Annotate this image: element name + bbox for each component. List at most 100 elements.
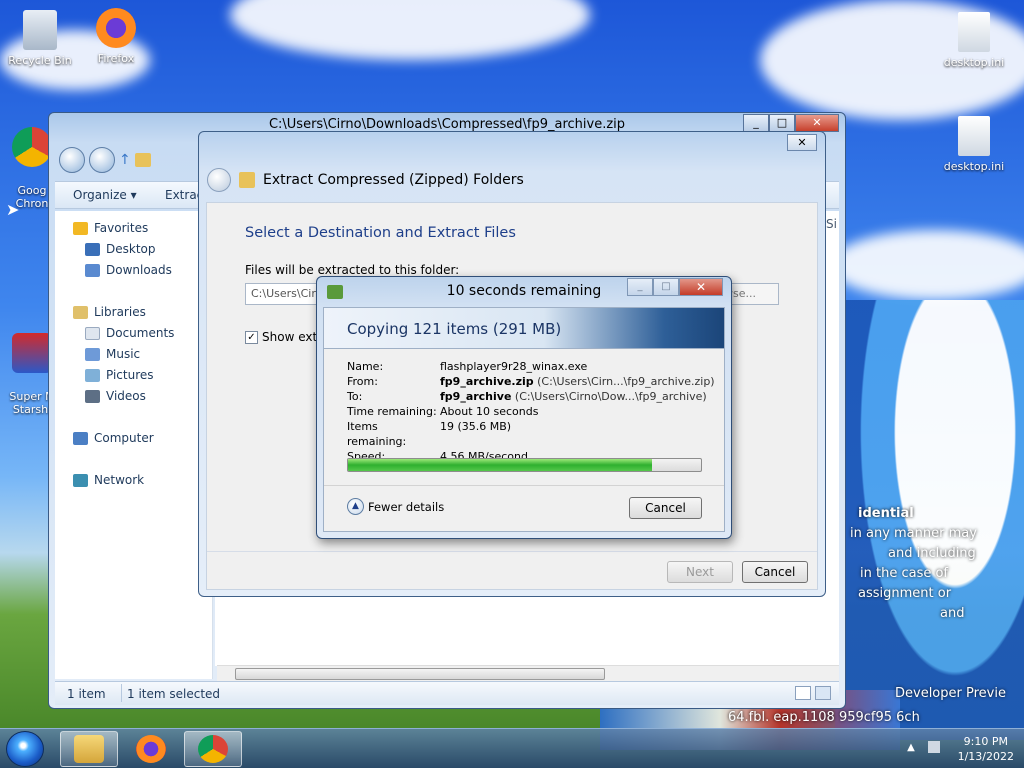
- status-selected: 1 item selected: [127, 687, 221, 701]
- taskbar-firefox[interactable]: [122, 731, 180, 767]
- clock[interactable]: 9:10 PM 1/13/2022: [958, 734, 1014, 764]
- music-icon: [85, 347, 100, 361]
- organize-button[interactable]: Organize ▾: [73, 188, 137, 202]
- libraries-icon: [73, 305, 88, 319]
- cloud: [830, 230, 1024, 300]
- back-button[interactable]: [207, 168, 231, 192]
- nav-label: Music: [106, 347, 141, 361]
- nav-label: Documents: [106, 326, 175, 340]
- column-header-size[interactable]: Si: [826, 217, 837, 231]
- nav-desktop[interactable]: Desktop: [85, 242, 156, 256]
- downloads-icon: [85, 263, 100, 277]
- next-button[interactable]: Next: [667, 561, 733, 583]
- nav-favorites[interactable]: Favorites: [73, 221, 148, 235]
- show-hidden-icons-icon[interactable]: ▲: [907, 742, 915, 753]
- desktop-icon-label: desktop.ini: [943, 56, 1005, 69]
- desktop-icon-label: desktop.ini: [943, 160, 1005, 173]
- desktop-icon-firefox[interactable]: Firefox: [78, 8, 154, 65]
- detail-key: To:: [347, 390, 363, 403]
- nav-computer[interactable]: Computer: [73, 431, 154, 445]
- progress-fill: [348, 459, 652, 471]
- network-icon: [73, 473, 88, 487]
- large-icons-view-icon[interactable]: [815, 686, 831, 700]
- fewer-details-toggle[interactable]: ▲ Fewer details: [347, 498, 444, 515]
- detail-key: Items remaining:: [347, 420, 407, 448]
- nav-label: Network: [94, 473, 145, 487]
- chevron-up-icon[interactable]: ▲: [347, 498, 364, 515]
- pictures-icon: [85, 368, 100, 382]
- window-controls: _ □ ✕: [627, 278, 723, 296]
- cancel-button[interactable]: Cancel: [629, 497, 702, 519]
- desktop-icon-desktop-ini[interactable]: desktop.ini: [936, 12, 1012, 69]
- cancel-button[interactable]: Cancel: [742, 561, 808, 583]
- nav-music[interactable]: Music: [85, 347, 140, 361]
- detail-from-name[interactable]: fp9_archive.zip: [440, 375, 534, 388]
- nav-label: Desktop: [106, 242, 156, 256]
- detail-time-remaining: About 10 seconds: [440, 405, 539, 418]
- watermark-line: assignment or: [858, 586, 952, 601]
- firefox-icon: [96, 8, 136, 48]
- system-tray: ▲: [907, 741, 940, 753]
- watermark-line: in any manner may: [850, 526, 977, 541]
- folder-icon: [134, 153, 151, 167]
- clock-date: 1/13/2022: [957, 750, 1014, 763]
- close-button[interactable]: ✕: [795, 114, 839, 132]
- taskbar: ▲ 9:10 PM 1/13/2022: [0, 728, 1024, 768]
- maximize-button[interactable]: □: [769, 114, 795, 132]
- nav-libraries[interactable]: Libraries: [73, 305, 146, 319]
- close-button[interactable]: ✕: [679, 278, 723, 296]
- watermark-line: and: [940, 606, 965, 621]
- copy-details: Name: flashplayer9r28_winax.exe From: fp9_…: [347, 359, 715, 464]
- fewer-details-label[interactable]: Fewer details: [368, 500, 444, 514]
- chrome-icon: [198, 735, 228, 763]
- detail-key: Name:: [347, 360, 384, 373]
- nav-videos[interactable]: Videos: [85, 389, 146, 403]
- minimize-button[interactable]: _: [627, 278, 653, 296]
- up-arrow-icon[interactable]: ↑: [119, 152, 131, 168]
- show-files-checkbox[interactable]: ✓: [245, 330, 258, 344]
- nav-downloads[interactable]: Downloads: [85, 263, 172, 277]
- scrollbar-thumb[interactable]: [235, 668, 605, 680]
- videos-icon: [85, 389, 100, 403]
- wizard-heading: Select a Destination and Extract Files: [245, 225, 516, 241]
- detail-to-name[interactable]: fp9_archive: [440, 390, 511, 403]
- nav-label: Libraries: [94, 305, 146, 319]
- desktop-icon-label: Recycle Bin: [8, 54, 72, 67]
- back-button[interactable]: [59, 147, 85, 173]
- firefox-icon: [136, 735, 166, 763]
- detail-name: flashplayer9r28_winax.exe: [440, 360, 588, 373]
- details-view-icon[interactable]: [795, 686, 811, 700]
- settings-file-icon: [958, 12, 990, 52]
- dialog-footer: Next Cancel: [207, 551, 817, 591]
- navigation-pane: Favorites Desktop Downloads Libraries Do…: [55, 211, 213, 679]
- maximize-button[interactable]: □: [653, 278, 679, 296]
- destination-label: Files will be extracted to this folder:: [245, 263, 460, 277]
- copy-progress-bar: [347, 458, 702, 472]
- documents-icon: [85, 326, 100, 340]
- chrome-icon: [12, 127, 52, 167]
- close-button[interactable]: ✕: [787, 134, 817, 151]
- header-banner: Copying 121 items (291 MB): [324, 308, 724, 349]
- detail-to-path: (C:\Users\Cirno\Dow...\fp9_archive): [514, 390, 707, 403]
- horizontal-scrollbar[interactable]: [217, 665, 839, 681]
- nav-label: Downloads: [106, 263, 172, 277]
- nav-pictures[interactable]: Pictures: [85, 368, 154, 382]
- nav-label: Videos: [106, 389, 146, 403]
- minimize-button[interactable]: _: [743, 114, 769, 132]
- desktop-icon: [85, 242, 100, 256]
- nav-documents[interactable]: Documents: [85, 326, 174, 340]
- zip-folder-icon: [239, 172, 255, 188]
- forward-button[interactable]: [89, 147, 115, 173]
- nav-network[interactable]: Network: [73, 473, 144, 487]
- desktop-icon-desktop-ini[interactable]: desktop.ini: [936, 116, 1012, 173]
- taskbar-explorer[interactable]: [60, 731, 118, 767]
- watermark-line: and including: [888, 546, 976, 561]
- network-tray-icon[interactable]: [928, 741, 940, 753]
- nav-label: Computer: [94, 431, 154, 445]
- start-button[interactable]: [6, 731, 44, 767]
- dialog-header: Extract Compressed (Zipped) Folders: [207, 168, 524, 192]
- desktop-icon-recycle-bin[interactable]: Recycle Bin: [2, 10, 78, 67]
- taskbar-chrome[interactable]: [184, 731, 242, 767]
- settings-file-icon: [958, 116, 990, 156]
- status-bar: 1 item 1 item selected: [55, 681, 839, 705]
